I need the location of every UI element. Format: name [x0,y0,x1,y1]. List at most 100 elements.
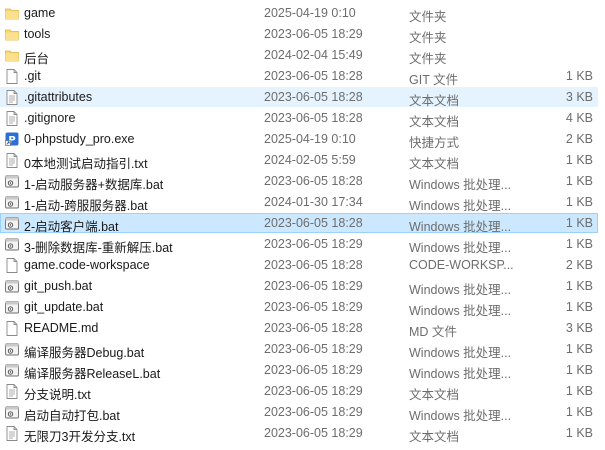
file-name: 启动自动打包.bat [24,409,120,423]
file-size: 1 KB [565,153,593,167]
file-row[interactable]: 2-启动客户端.bat 2023-06-05 18:28 Windows 批处理..… [0,213,598,234]
file-name: 无限刀3开发分支.txt [24,430,136,444]
file-row[interactable]: game 2025-04-19 0:10 文件夹 [0,3,598,24]
file-name: 分支说明.txt [24,388,91,402]
file-type: Windows 批处理... [409,241,512,255]
file-row[interactable]: 无限刀3开发分支.txt 2023-06-05 18:29 文本文档 1 KB [0,423,598,444]
file-size: 1 KB [565,342,593,356]
file-date-modified: 2023-06-05 18:29 [264,237,363,251]
file-type: Windows 批处理... [409,283,512,297]
file-row[interactable]: 3-删除数据库-重新解压.bat 2023-06-05 18:29 Windows … [0,234,598,255]
batch-file-icon [5,342,19,357]
file-size: 1 KB [565,300,593,314]
file-date-modified: 2023-06-05 18:28 [264,69,363,83]
file-name: 编译服务器Debug.bat [24,346,145,360]
blank-file-icon [5,321,19,336]
file-type: 文本文档 [409,388,460,402]
file-name: 0-phpstudy_pro.exe [24,132,135,146]
file-size: 1 KB [565,279,593,293]
file-date-modified: 2024-02-04 15:49 [264,48,363,62]
file-date-modified: 2024-01-30 17:34 [264,195,363,209]
file-row[interactable]: .gitignore 2023-06-05 18:28 文本文档 4 KB [0,108,598,129]
file-type: 文本文档 [409,430,460,444]
batch-file-icon [5,174,19,189]
folder-icon [5,6,19,21]
file-type: GIT 文件 [409,73,459,87]
file-type: 文件夹 [409,52,447,66]
file-date-modified: 2023-06-05 18:28 [264,216,363,230]
file-row[interactable]: 1-启动服务器+数据库.bat 2023-06-05 18:28 Windows 批… [0,171,598,192]
file-row[interactable]: P 0-phpstudy_pro.exe 2025-04-19 0:10 快捷方式 2 … [0,129,598,150]
file-name: .gitattributes [24,90,93,104]
file-date-modified: 2023-06-05 18:29 [264,279,363,293]
blank-file-icon [5,69,19,84]
file-size: 3 KB [565,90,593,104]
file-row[interactable]: 后台 2024-02-04 15:49 文件夹 [0,45,598,66]
file-type: Windows 批处理... [409,220,512,234]
batch-file-icon [5,237,19,252]
file-date-modified: 2023-06-05 18:29 [264,426,363,440]
file-date-modified: 2023-06-05 18:29 [264,384,363,398]
file-size: 4 KB [565,111,593,125]
file-name: git_push.bat [24,279,93,293]
file-type: 文本文档 [409,157,460,171]
text-file-icon [5,384,19,399]
file-row[interactable]: game.code-workspace 2023-06-05 18:28 CODE-… [0,255,598,275]
folder-icon [5,48,19,63]
file-name: tools [24,27,51,41]
file-name: 1-启动服务器+数据库.bat [24,178,164,192]
file-size: 3 KB [565,321,593,335]
file-row[interactable]: git_update.bat 2023-06-05 18:29 Windows 批处… [0,297,598,318]
file-type: Windows 批处理... [409,304,512,318]
file-row[interactable]: 0本地测试启动指引.txt 2024-02-05 5:59 文本文档 1 KB [0,150,598,171]
file-date-modified: 2023-06-05 18:28 [264,258,363,272]
file-type: 文本文档 [409,94,460,108]
file-type: Windows 批处理... [409,409,512,423]
file-name: 0本地测试启动指引.txt [24,157,148,171]
file-row[interactable]: .git 2023-06-05 18:28 GIT 文件 1 KB [0,66,598,87]
file-date-modified: 2023-06-05 18:29 [264,342,363,356]
file-size: 1 KB [565,237,593,251]
text-file-icon [5,111,19,126]
file-type: Windows 批处理... [409,346,512,360]
batch-file-icon [5,300,19,315]
batch-file-icon [5,405,19,420]
file-row[interactable]: 编译服务器Debug.bat 2023-06-05 18:29 Windows 批处… [0,339,598,360]
batch-file-icon [5,279,19,294]
file-type: 文件夹 [409,10,447,24]
file-name: 后台 [24,52,50,66]
text-file-icon [5,426,19,441]
blank-file-icon [5,258,19,273]
file-size: 1 KB [565,426,593,440]
file-row[interactable]: 启动自动打包.bat 2023-06-05 18:29 Windows 批处理...… [0,402,598,423]
file-row[interactable]: tools 2023-06-05 18:29 文件夹 [0,24,598,45]
file-size: 1 KB [565,174,593,188]
file-row[interactable]: 1-启动-跨服服务器.bat 2024-01-30 17:34 Windows 批处… [0,192,598,213]
file-type: CODE-WORKSP... [409,258,514,272]
folder-icon [5,27,19,42]
file-name: 编译服务器ReleaseL.bat [24,367,161,381]
file-row[interactable]: README.md 2023-06-05 18:28 MD 文件 3 KB [0,318,598,339]
file-size: 1 KB [565,195,593,209]
file-row[interactable]: git_push.bat 2023-06-05 18:29 Windows 批处理.… [0,276,598,297]
file-type: Windows 批处理... [409,199,512,213]
file-date-modified: 2023-06-05 18:29 [264,27,363,41]
file-date-modified: 2023-06-05 18:29 [264,363,363,377]
file-date-modified: 2024-02-05 5:59 [264,153,356,167]
file-size: 2 KB [565,258,593,272]
file-size: 1 KB [565,405,593,419]
file-type: 快捷方式 [409,136,460,150]
file-row[interactable]: .gitattributes 2023-06-05 18:28 文本文档 3 KB [0,87,598,108]
file-row[interactable]: 编译服务器ReleaseL.bat 2023-06-05 18:29 Windows… [0,360,598,381]
file-type: 文本文档 [409,115,460,129]
file-name: 1-启动-跨服服务器.bat [24,199,148,213]
file-name: 3-删除数据库-重新解压.bat [24,241,173,255]
file-name: README.md [24,321,99,335]
file-size: 1 KB [565,69,593,83]
file-name: .git [24,69,41,83]
file-list: game 2025-04-19 0:10 文件夹 tools 2023-06-05 18… [0,0,605,450]
file-type: Windows 批处理... [409,367,512,381]
file-row[interactable]: 分支说明.txt 2023-06-05 18:29 文本文档 1 KB [0,381,598,402]
file-date-modified: 2023-06-05 18:28 [264,174,363,188]
file-size: 1 KB [565,216,593,230]
